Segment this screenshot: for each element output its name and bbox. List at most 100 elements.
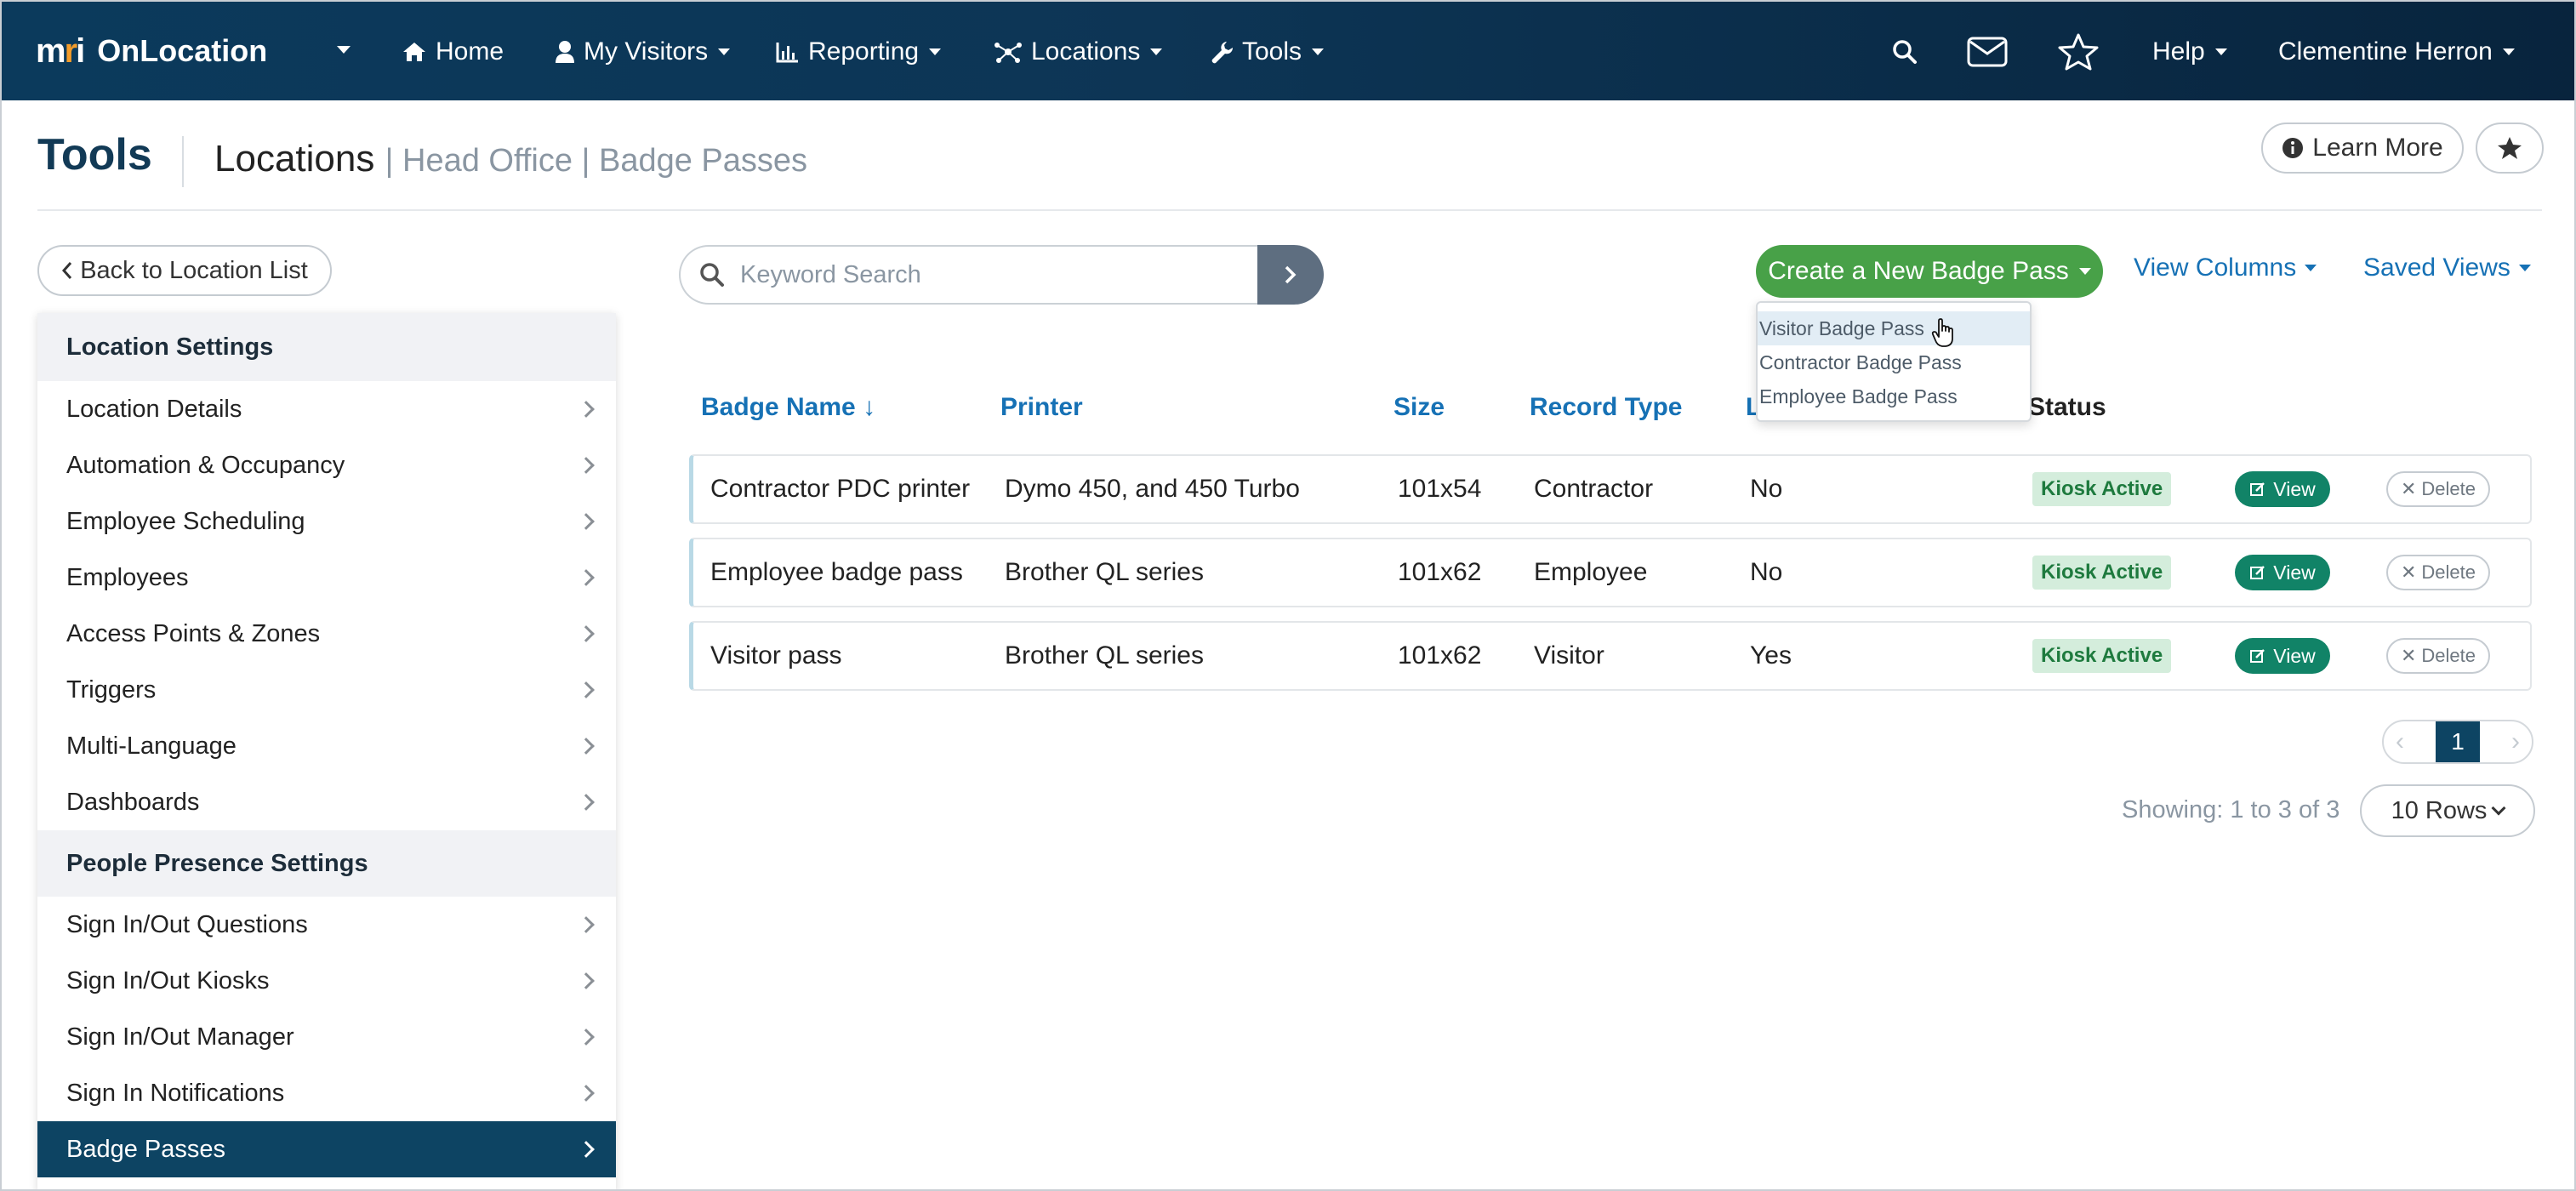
sidebar-item-location-details[interactable]: Location Details (37, 381, 616, 437)
create-badge-pass-button[interactable]: Create a New Badge Pass (1756, 245, 2103, 298)
table-row: Visitor pass Brother QL series 101x62 Vi… (689, 621, 2532, 691)
sidebar-item-sign-in-out-kiosks[interactable]: Sign In/Out Kiosks (37, 953, 616, 1009)
sidebar-item-label: Employees (66, 563, 189, 591)
star-icon[interactable] (2057, 31, 2108, 73)
view-columns-dropdown[interactable]: View Columns (2134, 254, 2317, 282)
delete-button[interactable]: ✕ Delete (2386, 555, 2490, 590)
cell-record-type: Visitor (1534, 641, 1604, 670)
view-button[interactable]: View (2235, 638, 2330, 674)
view-button[interactable]: View (2235, 471, 2330, 507)
favorite-button[interactable] (2476, 123, 2544, 174)
nav-home[interactable]: Home (402, 31, 504, 73)
sidebar-item-employee-scheduling[interactable]: Employee Scheduling (37, 493, 616, 550)
back-label: Back to Location List (80, 256, 308, 284)
column-header-badge-name[interactable]: Badge Name ↓ (701, 393, 875, 422)
learn-more-button[interactable]: Learn More (2261, 123, 2464, 174)
chevron-down-icon (2305, 265, 2317, 271)
sidebar-item-access-points-zones[interactable]: Access Points & Zones (37, 606, 616, 662)
brand-dropdown-caret[interactable] (337, 46, 350, 54)
menu-item-employee-badge-pass[interactable]: Employee Badge Pass (1758, 379, 2030, 413)
saved-views-dropdown[interactable]: Saved Views (2363, 254, 2531, 282)
menu-item-contractor-badge-pass[interactable]: Contractor Badge Pass (1758, 345, 2030, 379)
column-header-size[interactable]: Size (1393, 393, 1445, 422)
nav-locations-label: Locations (1031, 37, 1141, 66)
chevron-right-icon (578, 1085, 595, 1102)
chevron-right-icon (578, 457, 595, 474)
prev-page-icon[interactable]: ‹ (2396, 727, 2404, 756)
breadcrumb-locations[interactable]: Locations (214, 138, 374, 180)
chevron-right-icon (578, 738, 595, 755)
sort-arrow-icon: ↓ (863, 393, 876, 421)
nav-reporting-label: Reporting (808, 37, 920, 66)
cell-record-type: Contractor (1534, 475, 1654, 503)
sidebar-section-people-presence: People Presence Settings (37, 830, 616, 897)
sidebar-item-label: Multi-Language (66, 732, 237, 760)
chevron-down-icon (1150, 48, 1163, 55)
sidebar-item-label: Sign In/Out Kiosks (66, 966, 270, 994)
page-number-button[interactable]: 1 (2436, 721, 2480, 762)
nav-tools[interactable]: Tools (1210, 31, 1325, 73)
next-page-icon[interactable]: › (2511, 727, 2520, 756)
sidebar-item-label: Sign In/Out Manager (66, 1023, 294, 1051)
chevron-down-icon (2214, 48, 2227, 55)
view-button[interactable]: View (2235, 555, 2330, 590)
close-icon: ✕ (2400, 561, 2417, 583)
create-badge-pass-label: Create a New Badge Pass (1768, 257, 2069, 285)
column-header-status: Status (2028, 393, 2106, 421)
sidebar-item-sign-in-out-questions[interactable]: Sign In/Out Questions (37, 897, 616, 953)
delete-button[interactable]: ✕ Delete (2386, 471, 2490, 507)
nav-my-visitors[interactable]: My Visitors (555, 31, 731, 73)
settings-sidebar: Location Settings Location Details Autom… (37, 313, 616, 1189)
sidebar-item-triggers[interactable]: Triggers (37, 662, 616, 718)
cell-badge-name: Visitor pass (710, 641, 842, 670)
user-menu[interactable]: Clementine Herron (2278, 31, 2515, 73)
search-input[interactable] (740, 260, 1217, 289)
view-label: View (2273, 561, 2316, 584)
sidebar-item-label: Badge Passes (66, 1135, 226, 1163)
sidebar-item-multi-language[interactable]: Multi-Language (37, 718, 616, 774)
close-icon: ✕ (2400, 645, 2417, 666)
rows-per-page-label: 10 Rows (2391, 796, 2488, 824)
sidebar-item-automation-occupancy[interactable]: Automation & Occupancy (37, 437, 616, 493)
nav-reporting[interactable]: Reporting (776, 31, 942, 73)
sidebar-item-employees[interactable]: Employees (37, 550, 616, 606)
hand-cursor-icon (1931, 318, 1953, 347)
column-header-record-type[interactable]: Record Type (1530, 393, 1683, 422)
nav-help[interactable]: Help (2152, 31, 2227, 73)
view-label: View (2273, 477, 2316, 500)
sidebar-section-location-settings: Location Settings (37, 313, 616, 381)
sidebar-item-label: Sign In/Out Questions (66, 910, 308, 938)
sidebar-item-label: Sign In Notifications (66, 1079, 285, 1107)
sidebar-item-badge-passes[interactable]: Badge Passes (37, 1121, 616, 1177)
sidebar-item-sign-in-out-manager[interactable]: Sign In/Out Manager (37, 1009, 616, 1065)
search-icon[interactable] (1892, 31, 1926, 73)
nav-locations[interactable]: Locations (994, 31, 1163, 73)
brand[interactable]: mri OnLocation (36, 27, 267, 75)
rows-per-page-select[interactable]: 10 Rows (2360, 784, 2535, 837)
chevron-right-icon (578, 569, 595, 586)
search-submit-button[interactable] (1257, 245, 1324, 305)
table-row: Contractor PDC printer Dymo 450, and 450… (689, 454, 2532, 524)
sidebar-item-sign-in-notifications[interactable]: Sign In Notifications (37, 1065, 616, 1121)
chevron-down-icon (2502, 48, 2515, 55)
chevron-down-icon (1312, 48, 1325, 55)
nav-help-label: Help (2152, 37, 2205, 66)
sidebar-item-label: Automation & Occupancy (66, 451, 345, 479)
status-badge: Kiosk Active (2032, 639, 2172, 673)
status-badge: Kiosk Active (2032, 472, 2172, 506)
chevron-down-icon (2518, 265, 2531, 271)
menu-item-visitor-badge-pass[interactable]: Visitor Badge Pass (1758, 311, 2030, 345)
cell-col5: No (1750, 558, 1783, 586)
column-header-printer[interactable]: Printer (1000, 393, 1083, 422)
star-icon (2498, 137, 2522, 159)
cell-col5: No (1750, 475, 1783, 503)
chevron-right-icon (578, 1029, 595, 1046)
delete-button[interactable]: ✕ Delete (2386, 638, 2490, 674)
header-divider (37, 209, 2542, 211)
delete-label: Delete (2421, 645, 2476, 666)
sidebar-item-dashboards[interactable]: Dashboards (37, 774, 616, 830)
breadcrumb-trail: | Head Office | Badge Passes (385, 143, 808, 179)
back-to-location-list-button[interactable]: Back to Location List (37, 245, 332, 296)
mail-icon[interactable] (1967, 31, 2016, 73)
chevron-right-icon (578, 681, 595, 698)
